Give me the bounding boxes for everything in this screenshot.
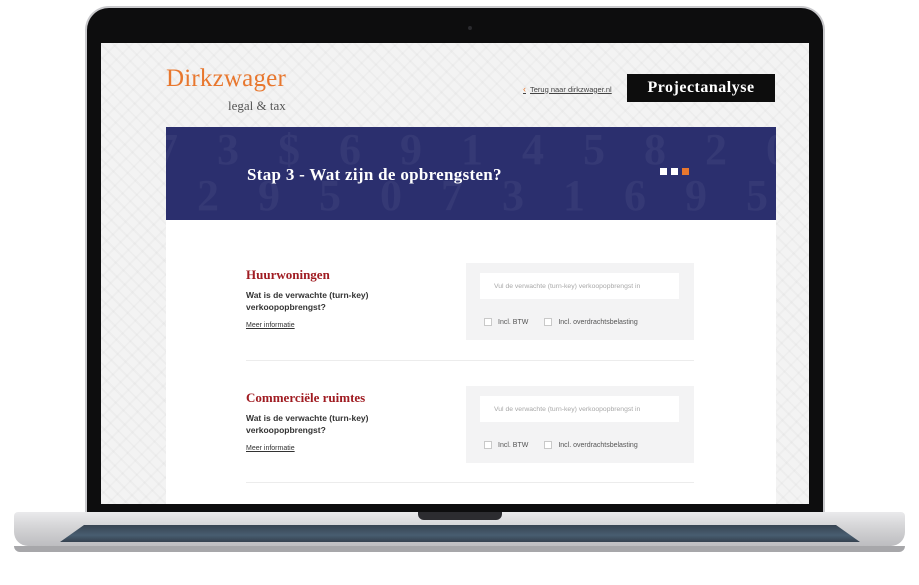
more-info-link[interactable]: Meer informatie bbox=[246, 322, 295, 329]
incl-overdrachtsbelasting-checkbox[interactable]: Incl. overdrachtsbelasting bbox=[544, 318, 638, 326]
checkbox-label: Incl. overdrachtsbelasting bbox=[558, 318, 638, 326]
step-dot-2 bbox=[671, 168, 678, 175]
checkbox-box[interactable] bbox=[544, 318, 553, 326]
input-panel: Incl. BTW Incl. overdrachtsbelasting bbox=[466, 386, 694, 463]
checkbox-label: Incl. BTW bbox=[498, 318, 529, 326]
form-card: Huurwoningen Wat is de verwachte (turn-k… bbox=[166, 220, 776, 504]
step-title: Stap 3 - Wat zijn de opbrengsten? bbox=[247, 165, 502, 184]
checkbox-row: Incl. BTW Incl. overdrachtsbelasting bbox=[484, 318, 654, 326]
webcam bbox=[468, 26, 472, 30]
checkbox-box[interactable] bbox=[484, 441, 492, 449]
section-question: Wat is de verwachte (turn-key) verkoopop… bbox=[246, 413, 369, 435]
incl-btw-checkbox[interactable]: Incl. BTW bbox=[484, 441, 528, 449]
projectanalyse-title-button[interactable]: Projectanalyse bbox=[627, 74, 775, 102]
revenue-input[interactable] bbox=[480, 396, 679, 422]
checkbox-row: Incl. BTW Incl. overdrachtsbelasting bbox=[484, 441, 654, 449]
back-link-label: Terug naar dirkzwager.nl bbox=[530, 84, 612, 94]
checkbox-label: Incl. overdrachtsbelasting bbox=[558, 441, 638, 449]
logo-wordmark[interactable]: Dirkzwager bbox=[166, 65, 286, 93]
section-title: Commerciële ruimtes bbox=[246, 390, 366, 405]
input-panel: Incl. BTW Incl. overdrachtsbelasting bbox=[466, 263, 694, 340]
checkbox-label: Incl. BTW bbox=[498, 441, 529, 449]
step-indicator bbox=[660, 168, 689, 175]
back-to-site-link[interactable]: ‹ Terug naar dirkzwager.nl bbox=[523, 84, 612, 94]
section-divider bbox=[246, 482, 694, 483]
laptop-hinge bbox=[418, 512, 502, 520]
step-dot-3-active bbox=[682, 168, 689, 175]
checkbox-box[interactable] bbox=[484, 318, 492, 326]
chevron-left-icon: ‹ bbox=[523, 84, 526, 94]
revenue-input[interactable] bbox=[480, 273, 679, 299]
section-title: Huurwoningen bbox=[246, 267, 330, 282]
section-divider bbox=[246, 360, 694, 361]
laptop-base-edge bbox=[14, 546, 905, 552]
step-banner: 7 3 $ 6 9 1 4 5 8 2 0 3 € 2 9 5 0 7 3 1 … bbox=[166, 127, 776, 220]
laptop-keyboard-reflection bbox=[60, 525, 860, 542]
incl-btw-checkbox[interactable]: Incl. BTW bbox=[484, 318, 528, 326]
browser-viewport: Dirkzwager legal & tax ‹ Terug naar dirk… bbox=[101, 43, 809, 504]
checkbox-box[interactable] bbox=[544, 441, 553, 449]
step-dot-1 bbox=[660, 168, 667, 175]
incl-overdrachtsbelasting-checkbox[interactable]: Incl. overdrachtsbelasting bbox=[544, 441, 638, 449]
logo-tagline: legal & tax bbox=[228, 98, 286, 113]
more-info-link[interactable]: Meer informatie bbox=[246, 445, 295, 452]
section-question: Wat is de verwachte (turn-key) verkoopop… bbox=[246, 290, 369, 312]
